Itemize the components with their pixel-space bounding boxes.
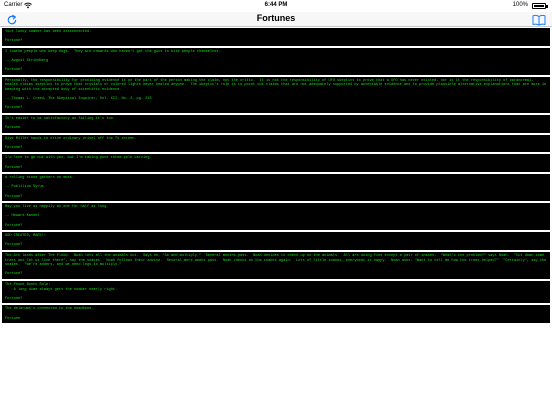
- book-button[interactable]: [532, 13, 546, 26]
- status-time: 6:44 PM: [264, 2, 288, 8]
- fortune-entry[interactable]: The Ark lands after The Flood. Noah lets…: [2, 251, 550, 279]
- fortune-entry[interactable]: A rolling stone gathers no moss. -- Publ…: [2, 174, 550, 202]
- battery-percent: 100%: [512, 2, 528, 8]
- page-title: Fortunes: [256, 13, 296, 23]
- fortune-entry[interactable]: I loathe people who keep dogs. They are …: [2, 47, 550, 75]
- fortune-entry[interactable]: It's easier to be satisfactory as failin…: [2, 114, 550, 133]
- fortune-entry[interactable]: May you live as happily as one for half …: [2, 203, 550, 231]
- fortune-entry[interactable]: Personally, the responsibility for provi…: [2, 76, 550, 113]
- battery-nub: [546, 5, 548, 8]
- fortune-entry[interactable]: Your lucky number has been disconnected.…: [2, 28, 550, 46]
- book-icon: [532, 14, 546, 26]
- fortune-entry[interactable]: I'd love to go out with you, but I'm tak…: [2, 154, 550, 173]
- fortune-entry[interactable]: The doldrums's connected to the headbone…: [2, 305, 550, 324]
- fortune-entry[interactable]: Give Miller hands to drive ordinary driv…: [2, 134, 550, 153]
- status-bar: Carrier 6:44 PM 100%: [0, 0, 552, 12]
- navigation-bar: Fortunes: [0, 12, 552, 27]
- fortune-entry[interactable]: GOD CREATED, MARY!! Fortune?: [2, 232, 550, 250]
- fortune-list[interactable]: Your lucky number has been disconnected.…: [2, 28, 550, 410]
- battery-icon: [532, 3, 546, 9]
- fortune-entry[interactable]: The Phone Booth Rule: A long dime always…: [2, 280, 550, 304]
